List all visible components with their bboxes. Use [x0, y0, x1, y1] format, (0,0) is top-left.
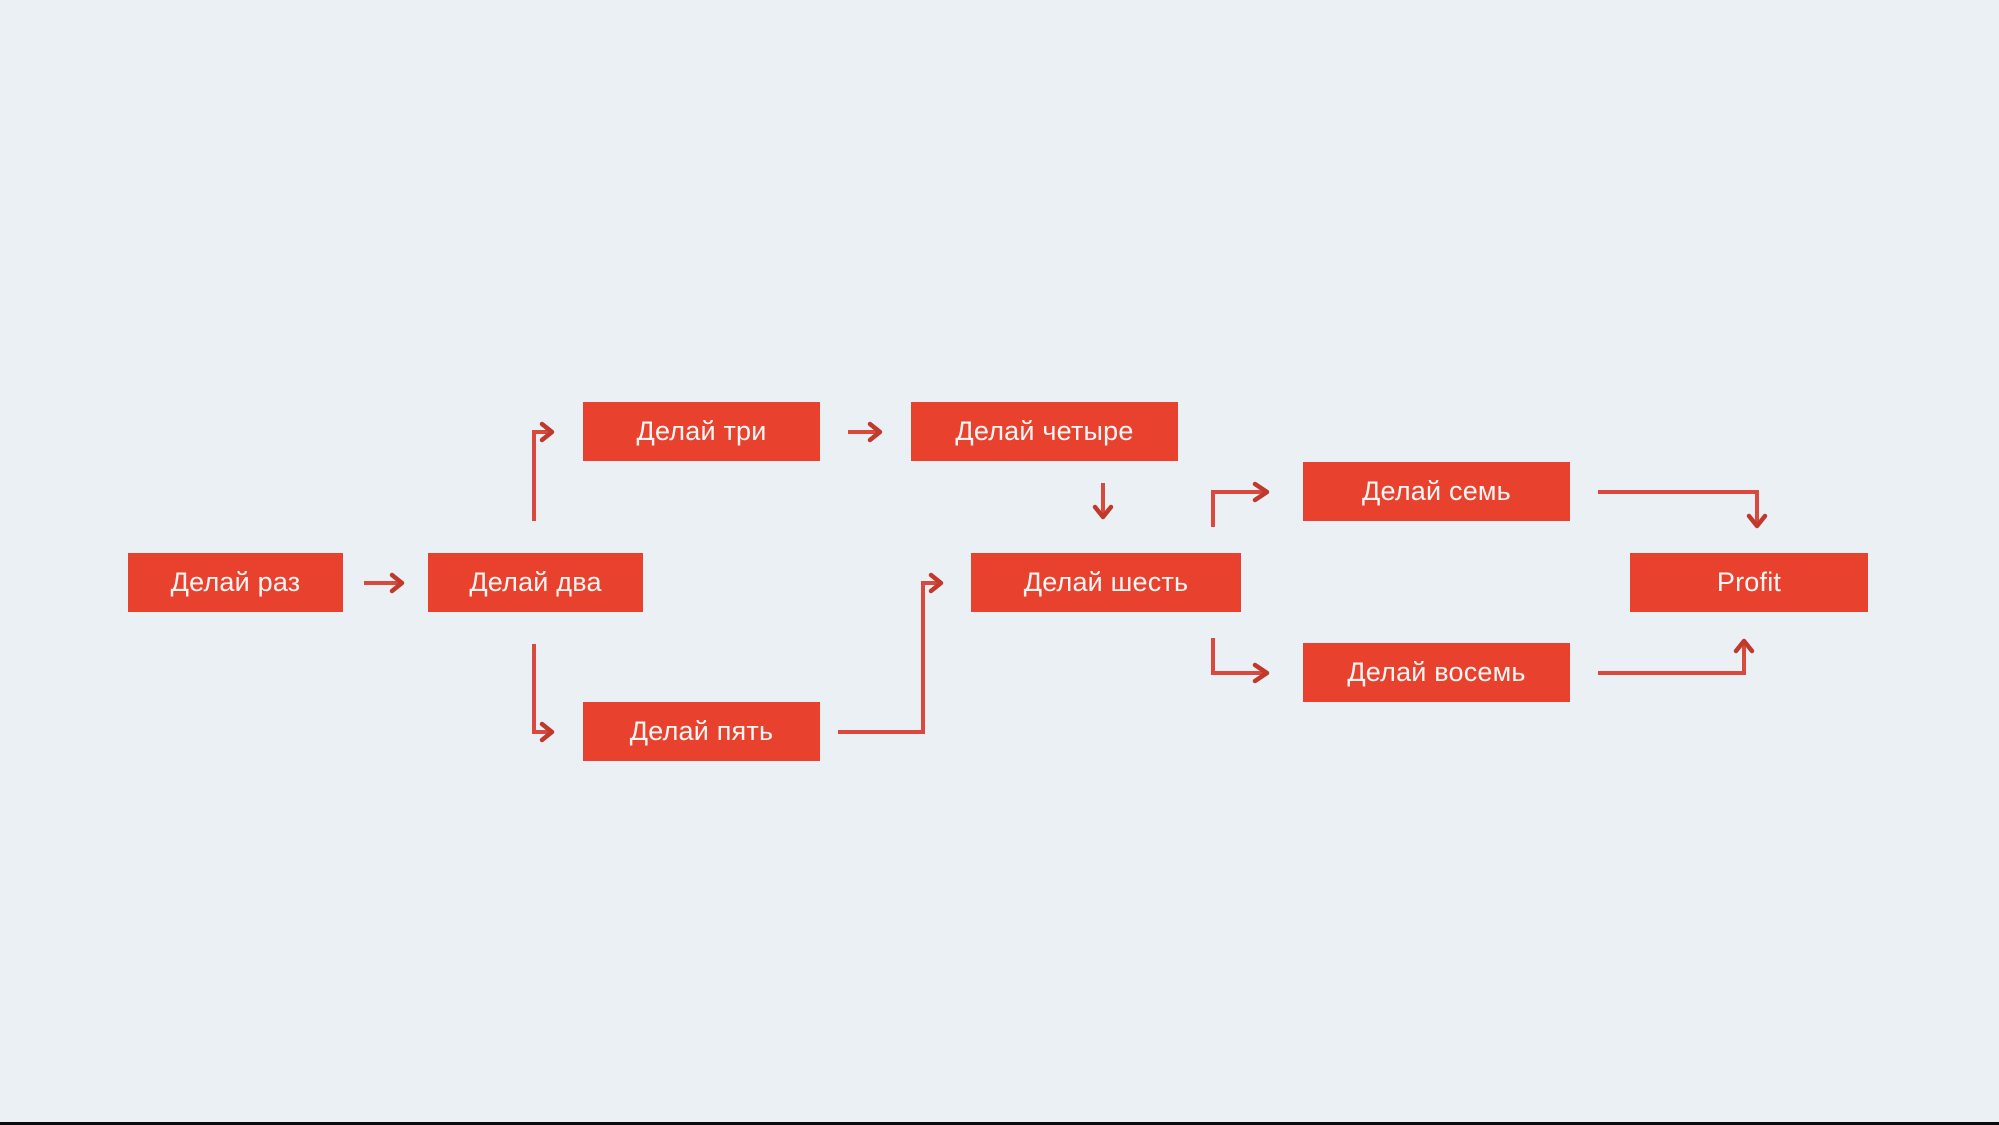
edge-raz-to-dva	[364, 572, 405, 594]
node-label: Делай раз	[170, 567, 301, 597]
node-delai-pyat[interactable]: Делай пять	[583, 702, 820, 761]
edge-chetyre-to-shest	[1092, 483, 1114, 520]
node-delai-dva[interactable]: Делай два	[428, 553, 643, 612]
node-label: Делай семь	[1362, 476, 1511, 506]
node-delai-tri[interactable]: Делай три	[583, 402, 820, 461]
diagram-canvas: Делай раз Делай два Делай три Делай четы…	[0, 0, 1999, 1125]
edge-shest-to-vosem	[1211, 638, 1270, 684]
node-label: Profit	[1716, 567, 1782, 597]
edge-dva-to-pyat	[532, 644, 555, 743]
edge-pyat-to-shest	[838, 572, 944, 734]
node-label: Делай два	[469, 567, 602, 597]
node-delai-chetyre[interactable]: Делай четыре	[911, 402, 1178, 461]
node-label: Делай шесть	[1023, 567, 1189, 597]
edge-vosem-to-profit	[1598, 638, 1755, 675]
node-delai-raz[interactable]: Делай раз	[128, 553, 343, 612]
node-delai-vosem[interactable]: Делай восемь	[1303, 643, 1570, 702]
node-delai-sem[interactable]: Делай семь	[1303, 462, 1570, 521]
node-label: Делай четыре	[955, 416, 1134, 446]
node-label: Делай пять	[629, 716, 774, 746]
edge-tri-to-chetyre	[848, 421, 883, 443]
node-label: Делай три	[636, 416, 767, 446]
node-label: Делай восемь	[1347, 657, 1526, 687]
edge-shest-to-sem	[1211, 481, 1270, 527]
node-delai-shest[interactable]: Делай шесть	[971, 553, 1241, 612]
edge-sem-to-profit	[1598, 490, 1768, 529]
node-profit[interactable]: Profit	[1630, 553, 1868, 612]
edge-dva-to-tri	[532, 421, 555, 521]
